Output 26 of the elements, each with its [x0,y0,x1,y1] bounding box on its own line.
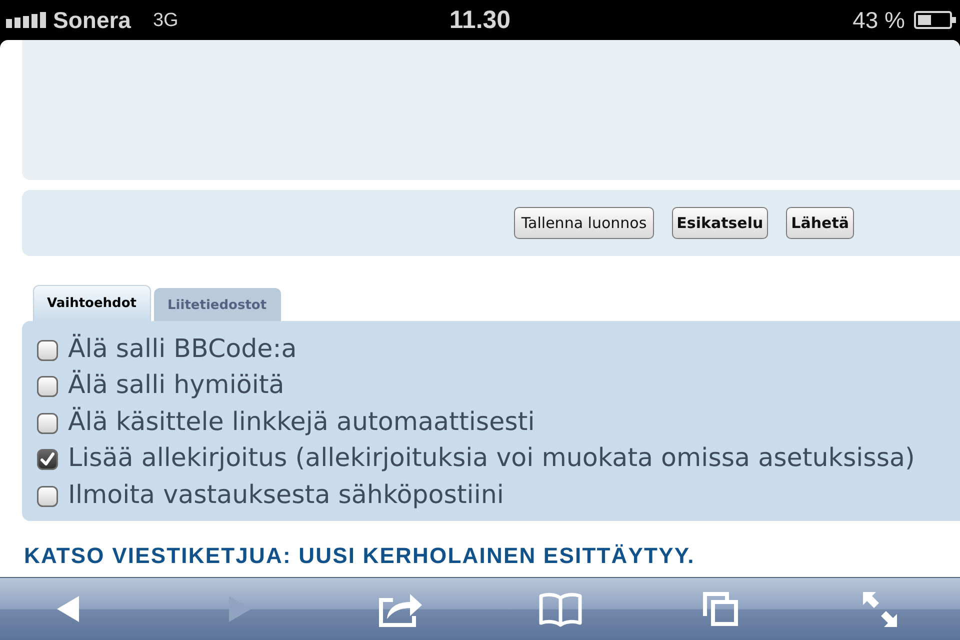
expand-icon[interactable] [863,592,897,626]
battery-icon [914,11,956,29]
option-label: Älä salli hymiöitä [68,372,284,398]
option-label: Älä käsittele linkkejä automaattisesti [68,408,535,434]
checkbox[interactable] [37,340,58,361]
signal-icon [6,12,47,28]
checkbox[interactable] [37,376,58,398]
option-label: Lisää allekirjoitus (allekirjoituksia voi muokata omissa asetuksissa) [68,445,915,470]
book-icon[interactable] [538,592,582,626]
tab[interactable]: Vaihtoehdot [33,285,151,321]
battery-percentage: 43 % [852,8,905,32]
tab[interactable]: Liitetiedostot [154,288,281,321]
option-label: Älä salli BBCode:a [68,336,297,361]
checkbox[interactable] [37,449,58,470]
carrier-name: Sonera [53,8,131,32]
save-draft-button[interactable]: Tallenna luonnos [514,207,654,239]
checkbox[interactable] [37,486,58,507]
checkbox[interactable] [37,412,58,434]
clock-time: 11.30 [449,8,511,32]
send-button[interactable]: Lähetä [786,207,854,239]
tabs-icon[interactable] [702,592,738,626]
network-type: 3G [152,10,178,30]
back-icon[interactable] [57,596,79,622]
topic-link[interactable]: KATSO VIESTIKETJUA: UUSI KERHOLAINEN ESITTÄYTYY. [24,544,695,566]
preview-button[interactable]: Esikatselu [672,207,768,239]
option-label: Ilmoita vastauksesta sähköpostiini [68,482,504,507]
